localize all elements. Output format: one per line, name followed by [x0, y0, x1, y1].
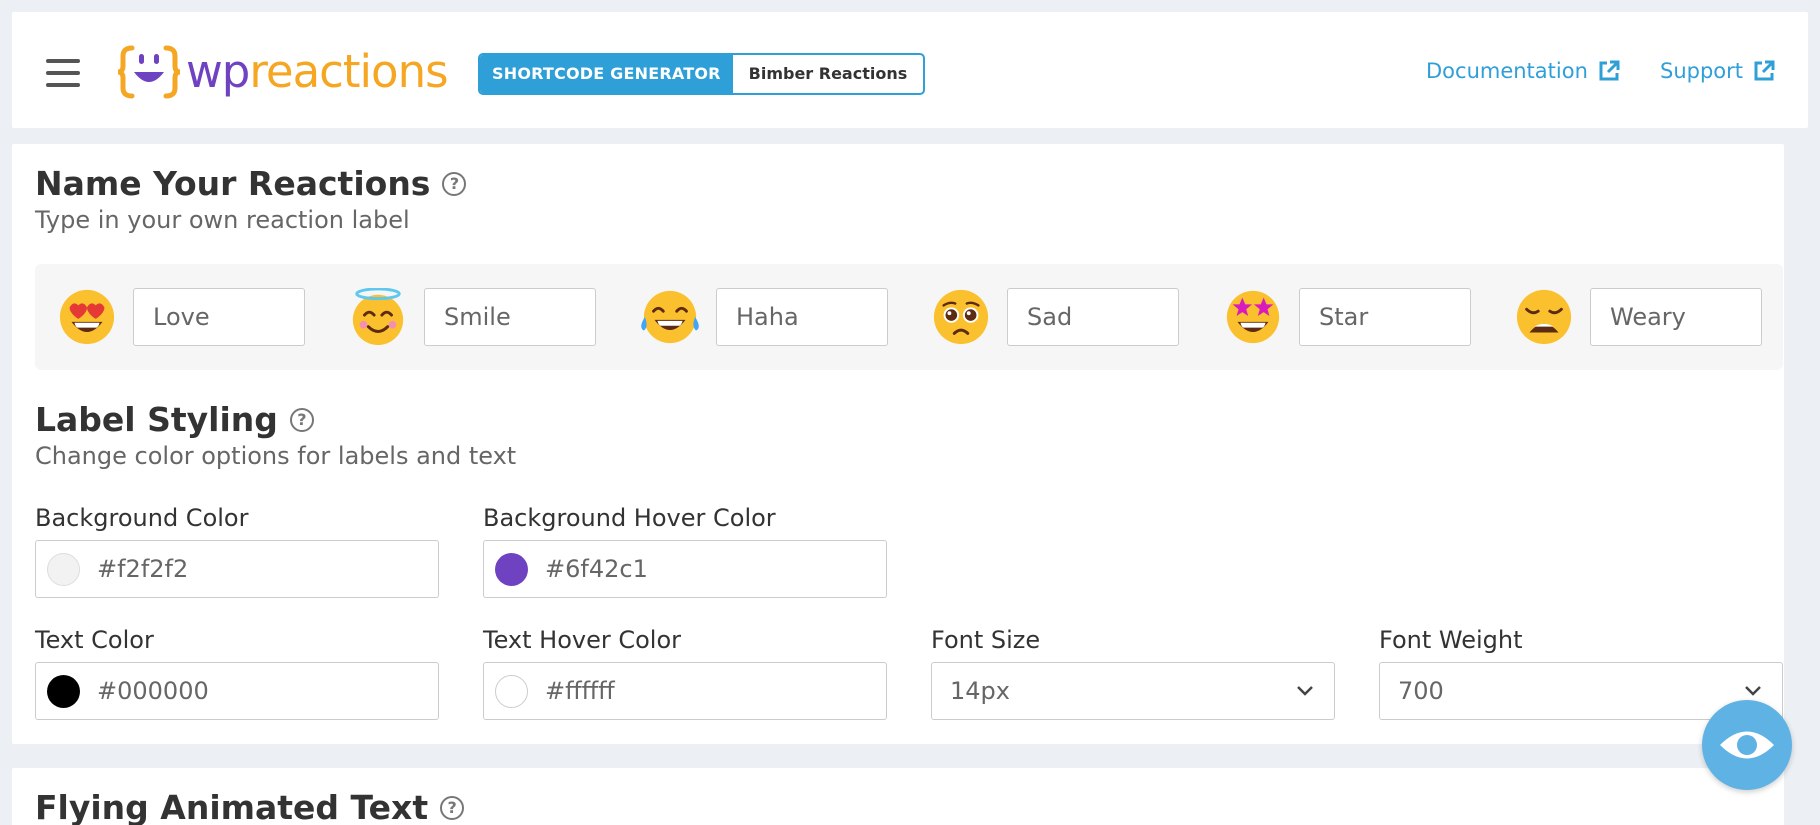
- flying-text-card: Flying Animated Text ?: [12, 768, 1784, 825]
- documentation-link[interactable]: Documentation: [1426, 59, 1620, 83]
- smiling-halo-emoji-icon: [352, 288, 404, 346]
- current-shortcode-name: Bimber Reactions: [748, 64, 908, 83]
- name-reactions-subtitle: Type in your own reaction label: [35, 206, 410, 234]
- logo-mark-icon: [118, 45, 180, 99]
- support-link-label: Support: [1660, 59, 1744, 83]
- font-weight-label: Font Weight: [1379, 626, 1523, 654]
- text-color-label: Text Color: [35, 626, 154, 654]
- label-styling-subtitle: Change color options for labels and text: [35, 442, 517, 470]
- name-reactions-title: Name Your Reactions ?: [35, 164, 467, 203]
- chevron-down-icon: [1297, 686, 1313, 696]
- logo-wp-text: wp: [186, 45, 250, 98]
- color-value: #f2f2f2: [97, 555, 189, 583]
- logo-reactions-text: reactions: [249, 45, 448, 98]
- flying-text-title: Flying Animated Text ?: [35, 788, 465, 825]
- preview-button[interactable]: [1702, 700, 1792, 790]
- weary-face-emoji-icon: [1516, 289, 1572, 345]
- support-link[interactable]: Support: [1660, 59, 1775, 83]
- chevron-down-icon: [1745, 686, 1761, 696]
- reaction-label-input[interactable]: Love: [133, 288, 305, 346]
- font-size-value: 14px: [950, 677, 1010, 705]
- wpreactions-logo[interactable]: wpreactions: [118, 42, 449, 102]
- text-hover-color-label: Text Hover Color: [483, 626, 682, 654]
- menu-icon[interactable]: [46, 59, 80, 87]
- color-swatch[interactable]: [47, 553, 80, 586]
- color-value: #000000: [97, 677, 209, 705]
- reaction-label-input[interactable]: Smile: [424, 288, 596, 346]
- font-size-select[interactable]: 14px: [931, 662, 1335, 720]
- color-swatch[interactable]: [495, 675, 528, 708]
- font-weight-value: 700: [1398, 677, 1444, 705]
- label-styling-title: Label Styling ?: [35, 400, 314, 439]
- text-color-field[interactable]: #000000: [35, 662, 439, 720]
- background-color-field[interactable]: #f2f2f2: [35, 540, 439, 598]
- reaction-label-input[interactable]: Haha: [716, 288, 888, 346]
- background-hover-color-field[interactable]: #6f42c1: [483, 540, 887, 598]
- star-struck-emoji-icon: [1226, 290, 1280, 344]
- help-icon[interactable]: ?: [440, 795, 465, 820]
- background-color-label: Background Color: [35, 504, 249, 532]
- text-hover-color-field[interactable]: #ffffff: [483, 662, 887, 720]
- font-size-label: Font Size: [931, 626, 1041, 654]
- eye-icon: [1720, 731, 1774, 759]
- external-link-icon: [1599, 60, 1620, 81]
- documentation-link-label: Documentation: [1426, 59, 1588, 83]
- top-header: wpreactions SHORTCODE GENERATOR Bimber R…: [12, 12, 1808, 128]
- help-icon[interactable]: ?: [442, 171, 467, 196]
- reaction-labels-panel: Love Smile Haha Sad Star Weary: [35, 264, 1783, 370]
- color-swatch[interactable]: [47, 675, 80, 708]
- mode-badge: SHORTCODE GENERATOR: [480, 55, 733, 93]
- reaction-label-input[interactable]: Star: [1299, 288, 1471, 346]
- pleading-face-emoji-icon: [933, 289, 989, 345]
- settings-card: Name Your Reactions ? Type in your own r…: [12, 144, 1784, 744]
- color-value: #6f42c1: [545, 555, 648, 583]
- tears-of-joy-emoji-icon: [641, 290, 699, 344]
- background-hover-color-label: Background Hover Color: [483, 504, 776, 532]
- heart-eyes-emoji-icon: [59, 289, 115, 345]
- help-icon[interactable]: ?: [289, 407, 314, 432]
- reaction-label-input[interactable]: Sad: [1007, 288, 1179, 346]
- color-value: #ffffff: [545, 677, 615, 705]
- shortcode-badge: SHORTCODE GENERATOR Bimber Reactions: [478, 53, 926, 95]
- reaction-label-input[interactable]: Weary: [1590, 288, 1762, 346]
- color-swatch[interactable]: [495, 553, 528, 586]
- external-link-icon: [1754, 60, 1775, 81]
